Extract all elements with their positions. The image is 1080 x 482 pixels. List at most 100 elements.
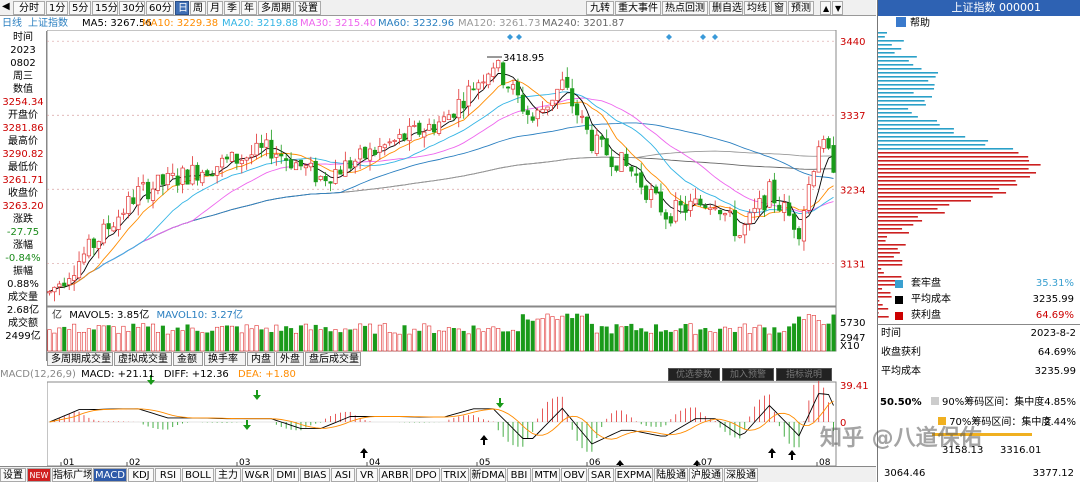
chip-bar bbox=[878, 140, 989, 142]
chip-bar bbox=[878, 212, 945, 214]
indicator-tab-2[interactable]: 指标广场 bbox=[52, 468, 92, 482]
help-row[interactable]: 帮助 bbox=[880, 17, 1080, 31]
panel-title: 上证指数 000001 bbox=[878, 0, 1080, 16]
info-label-12: 成交额 bbox=[8, 318, 38, 329]
period-button-5[interactable]: 60分 bbox=[146, 1, 174, 15]
indicator-tab-7[interactable]: 主力 bbox=[215, 468, 241, 482]
indicator-tab-8[interactable]: W&R bbox=[242, 468, 272, 482]
chip-bar bbox=[878, 68, 922, 70]
volume-bar bbox=[328, 331, 333, 352]
candle-body bbox=[427, 123, 432, 131]
legend-row-1: 平均成本 3235.99 bbox=[877, 292, 1080, 308]
tool-button-0[interactable]: 九转 bbox=[586, 1, 614, 15]
tool-button-4[interactable]: 均线 bbox=[744, 1, 770, 15]
candle-body bbox=[491, 67, 496, 77]
candle-body bbox=[219, 157, 225, 168]
volume-tab-5[interactable]: 外盘 bbox=[276, 352, 304, 366]
indicator-tab-19[interactable]: OBV bbox=[561, 468, 587, 482]
volume-bar bbox=[392, 332, 397, 352]
indicator-tab-18[interactable]: MTM bbox=[532, 468, 560, 482]
candle-body bbox=[303, 165, 308, 169]
period-button-9[interactable]: 季 bbox=[224, 1, 240, 15]
indicator-tab-11[interactable]: ASI bbox=[331, 468, 355, 482]
candle-body bbox=[456, 98, 461, 119]
optimize-params-button[interactable]: 优选参数 bbox=[668, 368, 720, 381]
volume-bar bbox=[792, 323, 797, 352]
volume-bar bbox=[673, 330, 678, 352]
indicator-tab-3[interactable]: MACD bbox=[93, 468, 127, 482]
indicator-tab-5[interactable]: RSI bbox=[155, 468, 181, 482]
tool-button-6[interactable]: 预测 bbox=[788, 1, 814, 15]
period-button-4[interactable]: 30分 bbox=[119, 1, 145, 15]
volume-tab-1[interactable]: 虚拟成交量 bbox=[114, 352, 172, 366]
volume-bar bbox=[594, 332, 599, 352]
indicator-tab-9[interactable]: DMI bbox=[273, 468, 299, 482]
indicator-tab-10[interactable]: BIAS bbox=[300, 468, 330, 482]
volume-bar bbox=[210, 330, 215, 352]
volume-bar bbox=[220, 326, 225, 352]
volume-bar bbox=[397, 333, 402, 352]
indicator-tab-15[interactable]: TRIX bbox=[441, 468, 469, 482]
nav-left-icon[interactable]: ◀ bbox=[2, 1, 10, 12]
volume-bar bbox=[47, 329, 52, 352]
volume-tab-4[interactable]: 内盘 bbox=[247, 352, 275, 366]
period-button-10[interactable]: 年 bbox=[241, 1, 257, 15]
chip-bar bbox=[878, 264, 903, 266]
price-tick: 3234 bbox=[840, 185, 865, 196]
volume-bar bbox=[289, 328, 294, 352]
info-value-5: 3290.82 bbox=[2, 149, 44, 160]
tool-button-1[interactable]: 重大事件 bbox=[615, 1, 661, 15]
indicator-tab-0[interactable]: 设置 bbox=[0, 468, 26, 482]
indicator-tab-20[interactable]: SAR bbox=[588, 468, 614, 482]
volume-bar bbox=[106, 325, 111, 352]
period-button-0[interactable]: 分时 bbox=[13, 1, 45, 15]
period-button-7[interactable]: 周 bbox=[190, 1, 206, 15]
chip-bar bbox=[878, 100, 925, 102]
candle-body bbox=[52, 286, 57, 293]
volume-tab-2[interactable]: 金额 bbox=[173, 352, 203, 366]
period-toolbar: ◀ 分时 1分 5分 15分 30分 60分日周月季年多周期 设置 九转 重大事件 热点回测 删自… bbox=[0, 0, 876, 16]
indicator-tab-1[interactable]: NEW bbox=[27, 468, 51, 482]
scroll-up-icon[interactable]: ▲ bbox=[820, 1, 831, 15]
period-button-6[interactable]: 日 bbox=[175, 1, 189, 15]
add-alert-button[interactable]: 加入预警 bbox=[722, 368, 774, 381]
period-button-3[interactable]: 15分 bbox=[92, 1, 118, 15]
indicator-tab-14[interactable]: DPO bbox=[412, 468, 440, 482]
candle-body bbox=[392, 140, 397, 142]
period-button-1[interactable]: 1分 bbox=[46, 1, 68, 15]
info-value-8: -27.75 bbox=[6, 227, 40, 238]
indicator-tab-21[interactable]: EXPMA bbox=[615, 468, 653, 482]
period-button-2[interactable]: 5分 bbox=[69, 1, 91, 15]
volume-bar bbox=[575, 313, 580, 352]
candle-body bbox=[505, 86, 511, 89]
volume-tab-6[interactable]: 盘后成交量 bbox=[305, 352, 361, 366]
volume-bar bbox=[535, 318, 540, 352]
indicator-tab-6[interactable]: BOLL bbox=[182, 468, 214, 482]
indicator-tab-16[interactable]: 新DMA bbox=[470, 468, 506, 482]
tool-button-5[interactable]: 窗 bbox=[771, 1, 787, 15]
period-button-11[interactable]: 多周期 bbox=[258, 1, 294, 15]
scroll-down-icon[interactable]: ▼ bbox=[832, 1, 843, 15]
info-value-4: 3281.86 bbox=[2, 123, 44, 134]
indicator-tab-13[interactable]: ARBR bbox=[379, 468, 411, 482]
volume-bar bbox=[254, 325, 259, 352]
indicator-tab-23[interactable]: 沪股通 bbox=[689, 468, 723, 482]
indicator-tab-4[interactable]: KDJ bbox=[128, 468, 154, 482]
candle-body bbox=[639, 172, 644, 188]
indicator-tab-17[interactable]: BBI bbox=[507, 468, 531, 482]
tool-button-2[interactable]: 热点回测 bbox=[662, 1, 708, 15]
candle-body bbox=[274, 153, 279, 158]
candle-body bbox=[496, 60, 501, 69]
tool-button-3[interactable]: 删自选 bbox=[709, 1, 743, 15]
period-button-8[interactable]: 月 bbox=[207, 1, 223, 15]
period-button-12[interactable]: 设置 bbox=[295, 1, 321, 15]
volume-bar bbox=[131, 323, 136, 352]
indicator-help-button[interactable]: 指标说明 bbox=[776, 368, 832, 381]
indicator-tab-22[interactable]: 陆股通 bbox=[654, 468, 688, 482]
indicator-tab-24[interactable]: 深股通 bbox=[724, 468, 758, 482]
indicator-tab-12[interactable]: VR bbox=[356, 468, 378, 482]
kline-chart[interactable]: 34403337323431313418.9557302947X1039.410… bbox=[47, 30, 876, 466]
volume-tab-0[interactable]: 多周期成交量 bbox=[47, 352, 113, 366]
volume-bar bbox=[52, 332, 57, 352]
volume-tab-3[interactable]: 换手率 bbox=[204, 352, 246, 366]
